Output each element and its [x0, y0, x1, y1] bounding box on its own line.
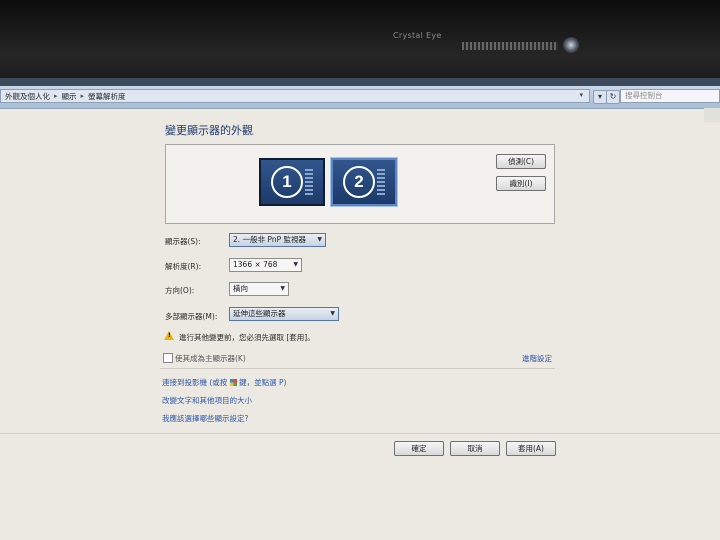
multiple-displays-select[interactable]: 延伸這些顯示器 ▼ [229, 307, 339, 321]
dropdown-history-icon[interactable]: ▾ [593, 90, 607, 104]
resolution-select-value: 1366 × 768 [233, 260, 278, 269]
display-select[interactable]: 2. 一般非 PnP 監視器 ▼ [229, 233, 326, 247]
projector-link[interactable]: 連接到投影機 (或按 鍵，並點選 P) [162, 377, 286, 388]
monitor-bezel: Crystal Eye [0, 0, 720, 80]
chevron-down-icon: ▼ [330, 310, 335, 317]
monitor-arrangement-panel[interactable]: 1 2 偵測(C) 識別(I) [165, 144, 555, 224]
apply-warning-text: 進行其他變更前，您必須先選取 [套用]。 [179, 333, 315, 342]
breadcrumb[interactable]: 外觀及個人化 ▸ 顯示 ▸ 螢幕解析度 ▾ [0, 89, 590, 103]
footer-divider [0, 433, 720, 434]
window-top-strip [0, 78, 720, 86]
refresh-icon[interactable]: ↻ [606, 90, 620, 104]
screen: 外觀及個人化 ▸ 顯示 ▸ 螢幕解析度 ▾ ▾ ↻ 搜尋控制台 變更顯示器的外觀… [0, 78, 720, 540]
divider [160, 368, 555, 369]
detect-button[interactable]: 偵測(C) [496, 154, 546, 169]
projector-link-text-end: 鍵，並點選 P) [239, 378, 287, 387]
chevron-down-icon: ▼ [280, 285, 285, 292]
display-label: 顯示器(S): [165, 237, 201, 246]
resolution-select[interactable]: 1366 × 768 ▼ [229, 258, 302, 272]
projector-link-text: 連接到投影機 (或按 [162, 378, 228, 387]
display-select-value: 2. 一般非 PnP 監視器 [233, 235, 306, 244]
cancel-button[interactable]: 取消 [450, 441, 500, 456]
main-display-checkbox[interactable] [163, 353, 173, 363]
apply-button[interactable]: 套用(A) [506, 441, 556, 456]
breadcrumb-separator-icon: ▸ [80, 92, 85, 100]
display-settings-help-link[interactable]: 我應該選擇哪些顯示設定? [162, 413, 248, 424]
identify-button[interactable]: 識別(I) [496, 176, 546, 191]
monitor-stripes-icon [377, 169, 385, 195]
address-bar: 外觀及個人化 ▸ 顯示 ▸ 螢幕解析度 ▾ ▾ ↻ 搜尋控制台 [0, 86, 720, 109]
orientation-select-value: 橫向 [233, 284, 248, 293]
monitor-1[interactable]: 1 [259, 158, 325, 206]
monitor-number-label: 1 [271, 166, 303, 198]
monitor-2[interactable]: 2 [331, 158, 397, 206]
chevron-down-icon[interactable]: ▾ [579, 91, 583, 99]
scrollbar[interactable] [704, 108, 720, 122]
search-input[interactable]: 搜尋控制台 [620, 89, 720, 103]
resolution-label: 解析度(R): [165, 262, 202, 271]
monitor-number-label: 2 [343, 166, 375, 198]
orientation-label: 方向(O): [165, 286, 195, 295]
multiple-displays-label: 多部顯示器(M): [165, 312, 218, 321]
breadcrumb-screen-resolution[interactable]: 螢幕解析度 [88, 91, 126, 102]
multiple-displays-select-value: 延伸這些顯示器 [233, 309, 286, 318]
breadcrumb-separator-icon: ▸ [54, 92, 58, 100]
webcam-lens-icon [563, 37, 579, 53]
warning-icon [164, 331, 174, 340]
breadcrumb-display[interactable]: 顯示 [62, 91, 77, 102]
webcam-brand-label: Crystal Eye [393, 31, 442, 40]
text-size-link[interactable]: 改變文字和其他項目的大小 [162, 395, 252, 406]
orientation-select[interactable]: 橫向 ▼ [229, 282, 289, 296]
monitor-stripes-icon [305, 169, 313, 195]
ok-button[interactable]: 確定 [394, 441, 444, 456]
chevron-down-icon: ▼ [293, 261, 298, 268]
page-title: 變更顯示器的外觀 [165, 124, 253, 137]
chevron-down-icon: ▼ [317, 236, 322, 243]
advanced-settings-link[interactable]: 進階設定 [522, 353, 552, 364]
main-display-label[interactable]: 使其成為主顯示器(K) [175, 353, 246, 364]
breadcrumb-appearance[interactable]: 外觀及個人化 [5, 91, 50, 102]
bezel-sticker [462, 42, 558, 50]
windows-key-icon [229, 379, 237, 386]
